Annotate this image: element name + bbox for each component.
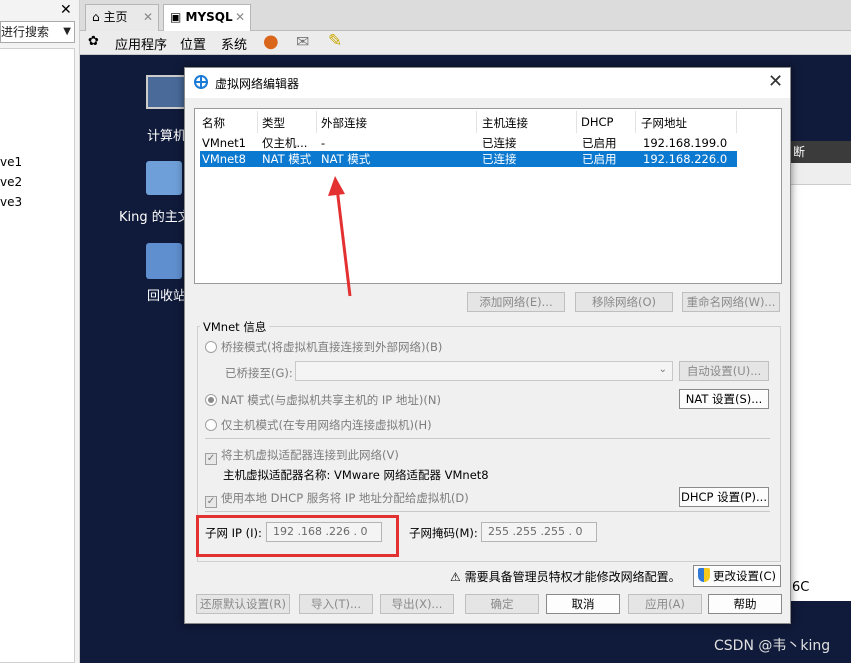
home-folder-icon[interactable] — [146, 161, 182, 195]
left-panel-close-icon[interactable]: ✕ — [60, 2, 72, 18]
background-window-toolbar — [791, 163, 851, 185]
divider — [205, 511, 770, 512]
help-button[interactable]: 帮助 — [708, 594, 782, 614]
connect-adapter-label: 将主机虚拟适配器连接到此网络(V) — [221, 448, 399, 462]
adapter-name-label: 主机虚拟适配器名称: VMware 网络适配器 VMnet8 — [223, 468, 489, 482]
apps-icon: ✿ — [88, 34, 99, 49]
virtual-network-editor-dialog: 虚拟网络编辑器 ✕ 名称 类型 外部连接 主机连接 DHCP 子网地址 VMne… — [184, 67, 791, 624]
use-dhcp-checkbox[interactable]: ✓ 使用本地 DHCP 服务将 IP 地址分配给虚拟机(D) — [205, 490, 469, 508]
add-network-button[interactable]: 添加网络(E)... — [467, 292, 565, 312]
admin-warning-text: 需要具备管理员特权才能修改网络配置。 — [464, 570, 681, 584]
trash-icon[interactable] — [146, 243, 182, 279]
radio-icon — [205, 419, 217, 431]
notes-icon[interactable]: ✎ — [328, 31, 342, 51]
bridge-mode-label: 桥接模式(将虚拟机直接连接到外部网络)(B) — [221, 340, 443, 354]
nat-mode-radio[interactable]: NAT 模式(与虚拟机共享主机的 IP 地址)(N) — [205, 392, 441, 408]
gnome-menubar: ✿ 应用程序 位置 系统 ● ✉ ✎ — [80, 31, 851, 55]
radio-icon — [205, 341, 217, 353]
background-window: 断 — [790, 141, 851, 601]
export-button[interactable]: 导出(X)... — [380, 594, 454, 614]
tab-mysql-close-icon[interactable]: ✕ — [235, 5, 245, 30]
left-panel: ✕ 进行搜索 ▼ ve1 ve2 ve3 — [0, 0, 80, 663]
chevron-down-icon: ⌄ — [658, 364, 667, 375]
background-window-text: 6C — [792, 580, 810, 595]
nat-mode-label: NAT 模式(与虚拟机共享主机的 IP 地址)(N) — [221, 393, 441, 407]
bridge-mode-radio[interactable]: 桥接模式(将虚拟机直接连接到外部网络)(B) — [205, 339, 442, 355]
mail-icon[interactable]: ✉ — [296, 32, 309, 51]
annotation-highlight-box — [196, 515, 399, 557]
menu-applications[interactable]: 应用程序 — [115, 34, 167, 53]
list-item[interactable]: ve1 — [0, 155, 22, 169]
apply-button[interactable]: 应用(A) — [628, 594, 702, 614]
warning-icon: ⚠ — [450, 570, 461, 584]
tab-home-close-icon[interactable]: ✕ — [143, 5, 153, 30]
change-settings-label: 更改设置(C) — [712, 569, 776, 583]
restore-defaults-button[interactable]: 还原默认设置(R) — [196, 594, 290, 614]
host-only-label: 仅主机模式(在专用网络内连接虚拟机)(H) — [221, 418, 432, 432]
change-settings-button[interactable]: 更改设置(C) — [693, 565, 781, 587]
watermark: CSDN @韦丶king — [714, 638, 831, 654]
firefox-icon[interactable]: ● — [263, 31, 279, 52]
nat-settings-button[interactable]: NAT 设置(S)... — [679, 389, 769, 409]
ok-button[interactable]: 确定 — [465, 594, 539, 614]
desktop-label-computer: 计算机 — [147, 129, 187, 144]
vm-icon: ▣ — [170, 10, 182, 24]
vmnet-info-title: VMnet 信息 — [200, 319, 270, 335]
shield-icon — [697, 568, 710, 582]
bridge-to-label: 已桥接至(G): — [225, 366, 293, 380]
subnet-mask-label: 子网掩码(M): — [409, 526, 478, 540]
admin-warning: ⚠ 需要具备管理员特权才能修改网络配置。 — [450, 568, 681, 585]
use-dhcp-label: 使用本地 DHCP 服务将 IP 地址分配给虚拟机(D) — [221, 491, 469, 505]
divider — [205, 438, 770, 439]
list-item[interactable]: ve3 — [0, 195, 22, 209]
import-button[interactable]: 导入(T)... — [299, 594, 373, 614]
cancel-button[interactable]: 取消 — [546, 594, 620, 614]
list-item[interactable]: ve2 — [0, 175, 22, 189]
left-search-combo[interactable]: 进行搜索 ▼ — [0, 21, 75, 43]
tab-home[interactable]: ⌂ 主页 ✕ — [85, 4, 159, 31]
host-only-radio[interactable]: 仅主机模式(在专用网络内连接虚拟机)(H) — [205, 417, 432, 433]
left-search-text: 进行搜索 — [1, 25, 50, 39]
check-icon: ✓ — [205, 453, 217, 465]
remove-network-button[interactable]: 移除网络(O) — [575, 292, 673, 312]
desktop-label-trash: 回收站 — [147, 289, 187, 304]
auto-settings-button[interactable]: 自动设置(U)... — [679, 361, 769, 381]
radio-icon — [205, 394, 217, 406]
home-icon: ⌂ — [92, 10, 100, 24]
background-window-header: 断 — [791, 141, 851, 163]
check-icon: ✓ — [205, 496, 217, 508]
computer-icon[interactable] — [146, 75, 186, 109]
rename-network-button[interactable]: 重命名网络(W)... — [682, 292, 780, 312]
tab-mysql[interactable]: ▣ MYSQL ✕ — [163, 4, 251, 31]
subnet-mask-field[interactable]: 255 .255 .255 . 0 — [481, 522, 597, 542]
connect-adapter-checkbox[interactable]: ✓ 将主机虚拟适配器连接到此网络(V) — [205, 447, 399, 465]
left-list: ve1 ve2 ve3 — [0, 48, 75, 663]
menu-system[interactable]: 系统 — [221, 34, 247, 53]
tab-bar: ⌂ 主页 ✕ ▣ MYSQL ✕ — [80, 0, 851, 31]
tab-mysql-label: MYSQL — [185, 10, 233, 24]
tab-home-label: 主页 — [103, 10, 128, 24]
menu-places[interactable]: 位置 — [180, 34, 206, 53]
desktop-label-home: King 的主文 — [119, 210, 191, 225]
bridge-to-select[interactable]: ⌄ — [295, 361, 673, 381]
dhcp-settings-button[interactable]: DHCP 设置(P)... — [679, 487, 769, 507]
chevron-down-icon: ▼ — [63, 26, 71, 37]
